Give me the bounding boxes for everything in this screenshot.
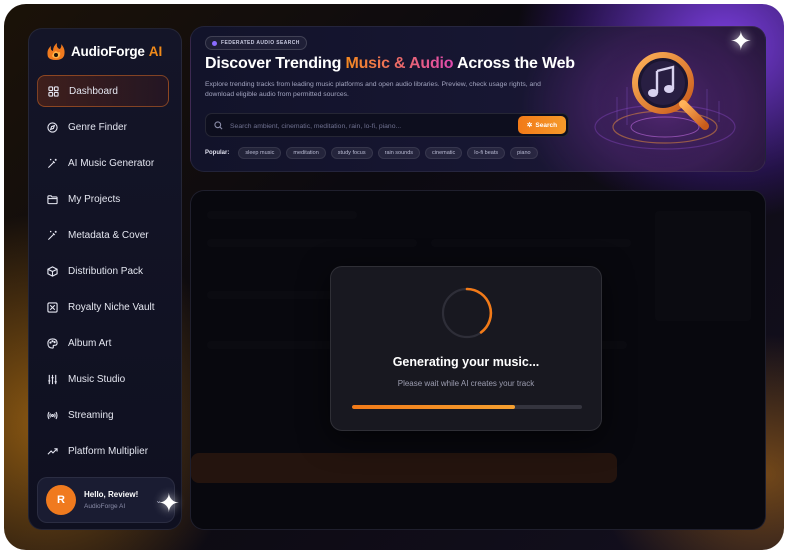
sidebar-item-label: Music Studio	[68, 373, 126, 385]
page-title: Discover Trending Music & Audio Across t…	[205, 55, 575, 73]
sidebar-item-album-art[interactable]: Album Art	[37, 327, 169, 359]
sidebar-item-platform-multiplier[interactable]: Platform Multiplier	[37, 435, 169, 467]
user-info: Hello, Review! AudioForge AI	[84, 490, 138, 510]
sidebar-item-dashboard[interactable]: Dashboard	[37, 75, 169, 107]
sidebar-item-label: Platform Multiplier	[68, 445, 149, 457]
avatar: R	[46, 485, 76, 515]
sidebar-item-label: Royalty Niche Vault	[68, 301, 155, 313]
brand-suffix: AI	[148, 43, 163, 59]
title-suffix: Across the Web	[453, 55, 575, 72]
sidebar-nav: Dashboard Genre Finder AI Music Generato…	[37, 75, 169, 471]
sidebar-item-distribution-pack[interactable]: Distribution Pack	[37, 255, 169, 287]
vault-icon	[47, 301, 58, 313]
popular-label: Popular:	[205, 150, 230, 156]
popular-chip[interactable]: meditation	[286, 147, 326, 159]
tag-dot-icon	[212, 40, 217, 46]
sidebar-item-royalty-niche-vault[interactable]: Royalty Niche Vault	[37, 291, 169, 323]
popular-chip[interactable]: sleep music	[238, 147, 282, 159]
modal-subtitle: Please wait while AI creates your track	[397, 379, 535, 388]
sidebar-item-label: AI Music Generator	[68, 157, 155, 169]
palette-icon	[47, 337, 58, 349]
sidebar-item-ai-music-generator[interactable]: AI Music Generator	[37, 147, 169, 179]
folder-icon	[47, 194, 58, 204]
popular-chip[interactable]: study focus	[330, 147, 373, 159]
progress-bar	[352, 405, 582, 409]
progress-fill	[352, 405, 516, 409]
loading-spinner-icon	[441, 287, 493, 339]
sidebar-item-label: Streaming	[68, 409, 114, 421]
popular-chip[interactable]: lo-fi beats	[467, 147, 506, 159]
title-highlight: Music & Audio	[345, 55, 454, 72]
popular-chip[interactable]: piano	[510, 147, 538, 159]
sidebar-item-metadata-cover[interactable]: Metadata & Cover	[37, 219, 169, 251]
hero-banner: FEDERATED AUDIO SEARCH Discover Trending…	[190, 26, 766, 172]
hero-description: Explore trending tracks from leading mus…	[205, 81, 541, 98]
sidebar-item-label: Distribution Pack	[68, 265, 144, 277]
title-prefix: Discover Trending	[205, 55, 346, 72]
grid-icon	[48, 85, 59, 97]
user-greeting: Hello, Review!	[84, 490, 139, 499]
sparkle-icon: ✦	[730, 26, 752, 56]
search-bar: ✲ Search	[205, 113, 569, 137]
user-menu[interactable]: R Hello, Review! AudioForge AI ⌄	[37, 477, 175, 523]
compass-icon	[47, 121, 58, 133]
sidebar-item-label: Dashboard	[69, 85, 118, 97]
search-button-label: Search	[535, 121, 558, 129]
search-icon	[214, 121, 223, 130]
brand[interactable]: AudioForge AI	[45, 41, 162, 61]
sidebar-item-label: Metadata & Cover	[68, 229, 149, 241]
sidebar-item-label: Genre Finder	[68, 121, 127, 133]
search-input[interactable]	[230, 118, 510, 134]
sidebar-item-music-studio[interactable]: Music Studio	[37, 363, 169, 395]
sidebar: AudioForge AI Dashboard Genre Finder AI …	[28, 28, 182, 530]
broadcast-icon	[47, 411, 58, 419]
sidebar-item-label: My Projects	[68, 193, 121, 205]
brand-name: AudioForge	[71, 43, 145, 59]
trend-up-icon	[47, 447, 58, 455]
sliders-icon	[48, 374, 57, 384]
logo-icon	[47, 43, 65, 60]
hero-tag-label: FEDERATED AUDIO SEARCH	[221, 40, 300, 46]
sparkle-icon: ✲	[526, 122, 533, 129]
generating-modal: Generating your music... Please wait whi…	[330, 266, 602, 431]
sidebar-item-my-projects[interactable]: My Projects	[37, 183, 169, 215]
app-window: AudioForge AI Dashboard Genre Finder AI …	[4, 4, 784, 550]
popular-chip[interactable]: rain sounds	[377, 147, 421, 159]
package-icon	[47, 265, 58, 277]
sidebar-item-streaming[interactable]: Streaming	[37, 399, 169, 431]
modal-title: Generating your music...	[392, 355, 540, 369]
popular-chip[interactable]: cinematic	[425, 147, 463, 159]
hero-tag: FEDERATED AUDIO SEARCH	[205, 36, 307, 50]
popular-tags: Popular: sleep music meditation study fo…	[205, 147, 538, 159]
search-button[interactable]: ✲ Search	[518, 116, 566, 134]
magic-wand-icon	[47, 158, 57, 168]
sparkle-icon: ✦	[158, 488, 180, 518]
sidebar-item-label: Album Art	[68, 337, 112, 349]
magic-wand-icon	[47, 230, 57, 240]
user-subtitle: AudioForge AI	[84, 503, 126, 510]
sidebar-item-genre-finder[interactable]: Genre Finder	[37, 111, 169, 143]
